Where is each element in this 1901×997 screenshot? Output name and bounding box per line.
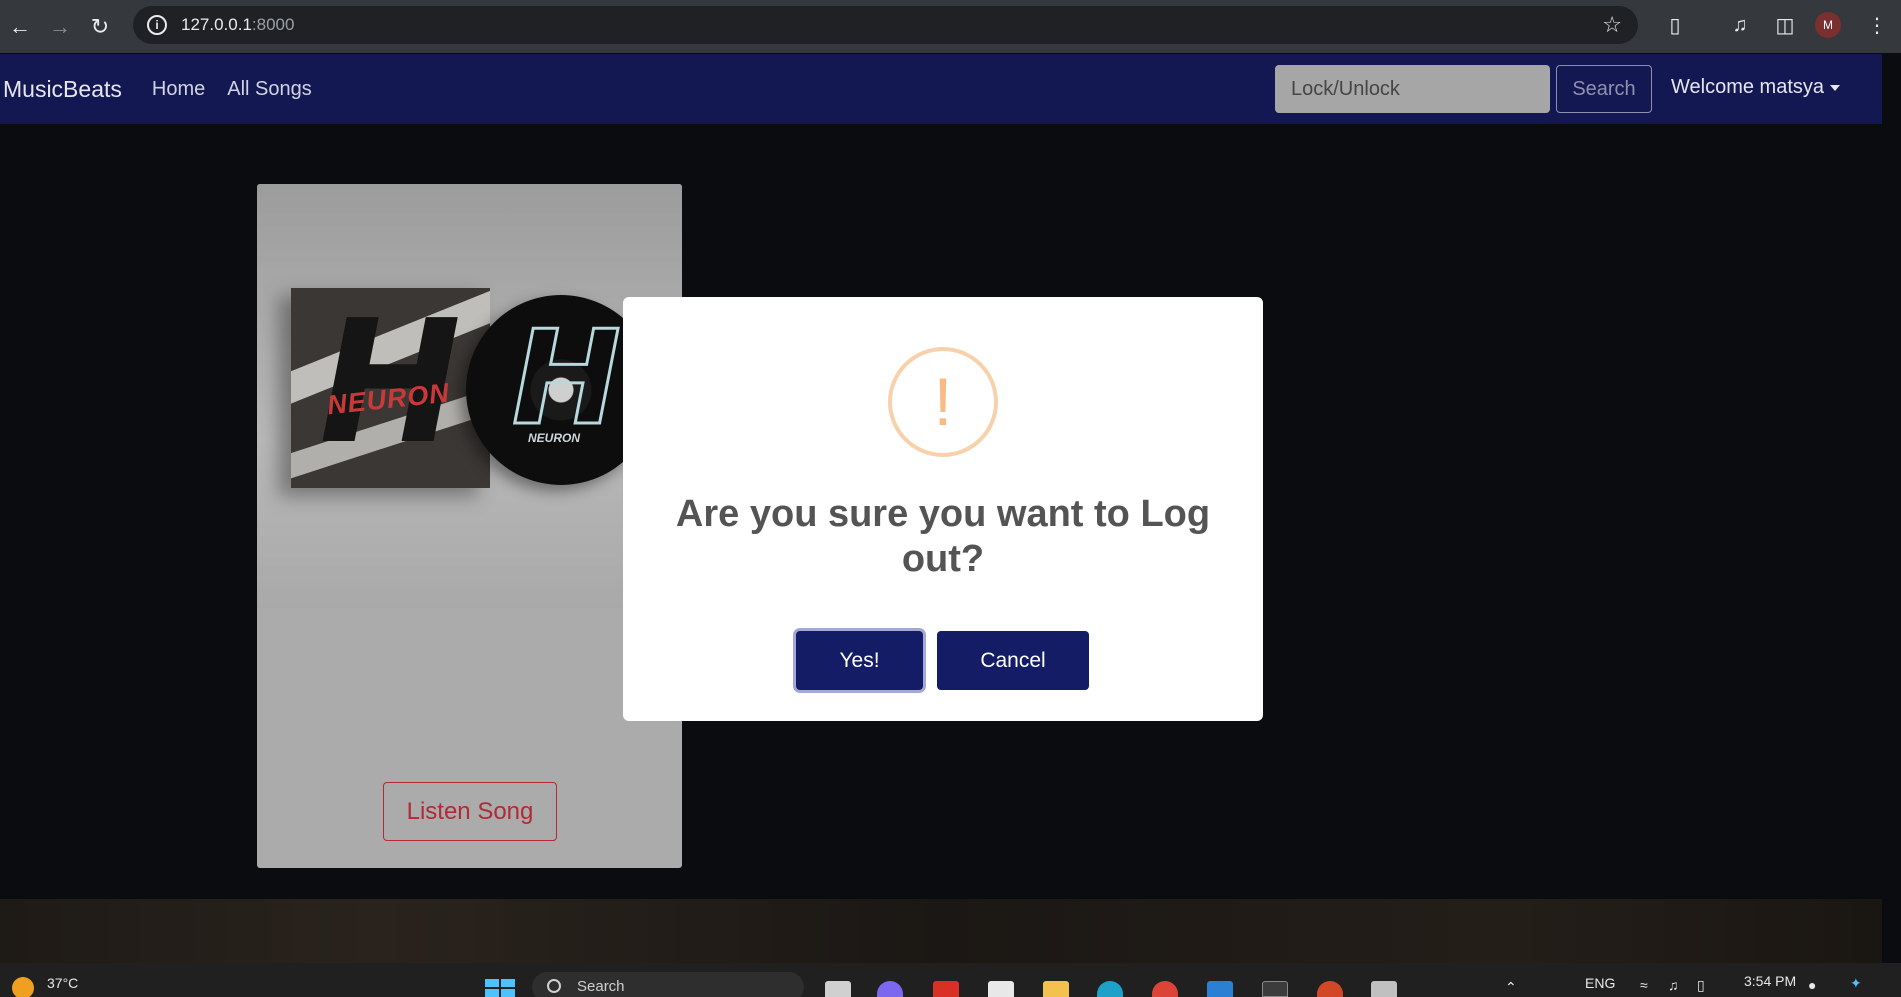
weather-icon[interactable] xyxy=(12,977,34,997)
task-view-icon[interactable] xyxy=(825,981,851,997)
page-edge xyxy=(1882,53,1901,963)
cancel-button[interactable]: Cancel xyxy=(937,631,1089,690)
url-port: :8000 xyxy=(251,15,295,34)
teams-icon[interactable] xyxy=(877,981,903,997)
copilot-icon[interactable]: ✦ xyxy=(1850,975,1862,992)
notification-icon[interactable]: ● xyxy=(1808,977,1816,993)
site-info-icon[interactable]: i xyxy=(147,15,167,35)
battery-icon[interactable]: ▯ xyxy=(1697,977,1705,994)
edge-icon[interactable] xyxy=(1097,981,1123,997)
disc-title: NEURON xyxy=(528,431,581,445)
extensions-icon[interactable]: ▯ xyxy=(1660,10,1690,40)
side-panel-icon[interactable]: ◫ xyxy=(1770,10,1800,40)
dialog-title: Are you sure you want to Log out? xyxy=(675,493,1211,580)
url-host: 127.0.0.1 xyxy=(181,15,252,34)
windows-start-icon[interactable] xyxy=(485,979,515,997)
back-icon[interactable]: ← xyxy=(0,7,40,47)
nav-all-songs[interactable]: All Songs xyxy=(227,78,312,101)
language-indicator[interactable]: ENG xyxy=(1585,975,1615,991)
warning-icon: ! xyxy=(888,347,998,457)
search-button[interactable]: Search xyxy=(1556,65,1652,113)
file-explorer-icon[interactable] xyxy=(1043,981,1069,997)
app-navbar: MusicBeats Home All Songs Search Welcome… xyxy=(0,54,1882,124)
volume-icon[interactable]: ♫ xyxy=(1668,977,1679,993)
search-input[interactable] xyxy=(1275,65,1550,113)
clock-time[interactable]: 3:54 PM xyxy=(1744,973,1796,989)
terminal-icon[interactable] xyxy=(1262,981,1288,997)
confirm-logout-button[interactable]: Yes! xyxy=(796,631,923,690)
gmail-icon[interactable] xyxy=(933,981,959,997)
song-card: H NEURON H NEURON Listen Song xyxy=(257,184,682,868)
media-control-icon[interactable]: ♫ xyxy=(1725,10,1755,40)
powerpoint-icon[interactable] xyxy=(1317,981,1343,997)
user-menu-label: Welcome matsya xyxy=(1671,76,1825,98)
url-text[interactable]: 127.0.0.1:8000 xyxy=(181,15,294,35)
calendar-icon[interactable] xyxy=(1371,981,1397,997)
user-menu[interactable]: Welcome matsya xyxy=(1671,76,1841,99)
album-cover: H NEURON xyxy=(291,288,490,488)
chevron-down-icon xyxy=(1830,84,1841,91)
nav-home[interactable]: Home xyxy=(152,78,205,101)
brand-logo[interactable]: MusicBeats xyxy=(3,76,122,103)
taskbar-search[interactable]: Search xyxy=(532,972,804,997)
listen-song-button[interactable]: Listen Song xyxy=(383,782,557,841)
forward-icon[interactable]: → xyxy=(40,7,80,47)
wifi-icon[interactable]: ≈ xyxy=(1640,977,1648,993)
browser-toolbar: ← → ↻ i 127.0.0.1:8000 ☆ ▯ ♫ ◫ M ⋮ xyxy=(0,0,1901,53)
profile-avatar[interactable]: M xyxy=(1815,12,1841,38)
taskbar-search-label: Search xyxy=(577,978,625,995)
logout-dialog: ! Are you sure you want to Log out? Yes!… xyxy=(623,297,1263,721)
vscode-icon[interactable] xyxy=(1207,981,1233,997)
bookmark-star-icon[interactable]: ☆ xyxy=(1602,12,1622,38)
search-icon xyxy=(547,979,561,993)
chrome-icon[interactable] xyxy=(1152,981,1178,997)
tray-chevron-up-icon[interactable]: ⌃ xyxy=(1505,979,1517,996)
background-strip xyxy=(0,899,1882,963)
menu-dots-icon[interactable]: ⋮ xyxy=(1862,10,1892,40)
reload-icon[interactable]: ↻ xyxy=(80,7,120,47)
os-taskbar: 37°C Search ⌃ ENG ≈ ♫ ▯ 3:54 PM ● ✦ xyxy=(0,963,1901,997)
address-bar[interactable]: i 127.0.0.1:8000 ☆ xyxy=(133,6,1638,44)
song-cover-image: H NEURON H NEURON xyxy=(257,184,682,608)
store-icon[interactable] xyxy=(988,981,1014,997)
weather-temperature[interactable]: 37°C xyxy=(47,975,78,991)
